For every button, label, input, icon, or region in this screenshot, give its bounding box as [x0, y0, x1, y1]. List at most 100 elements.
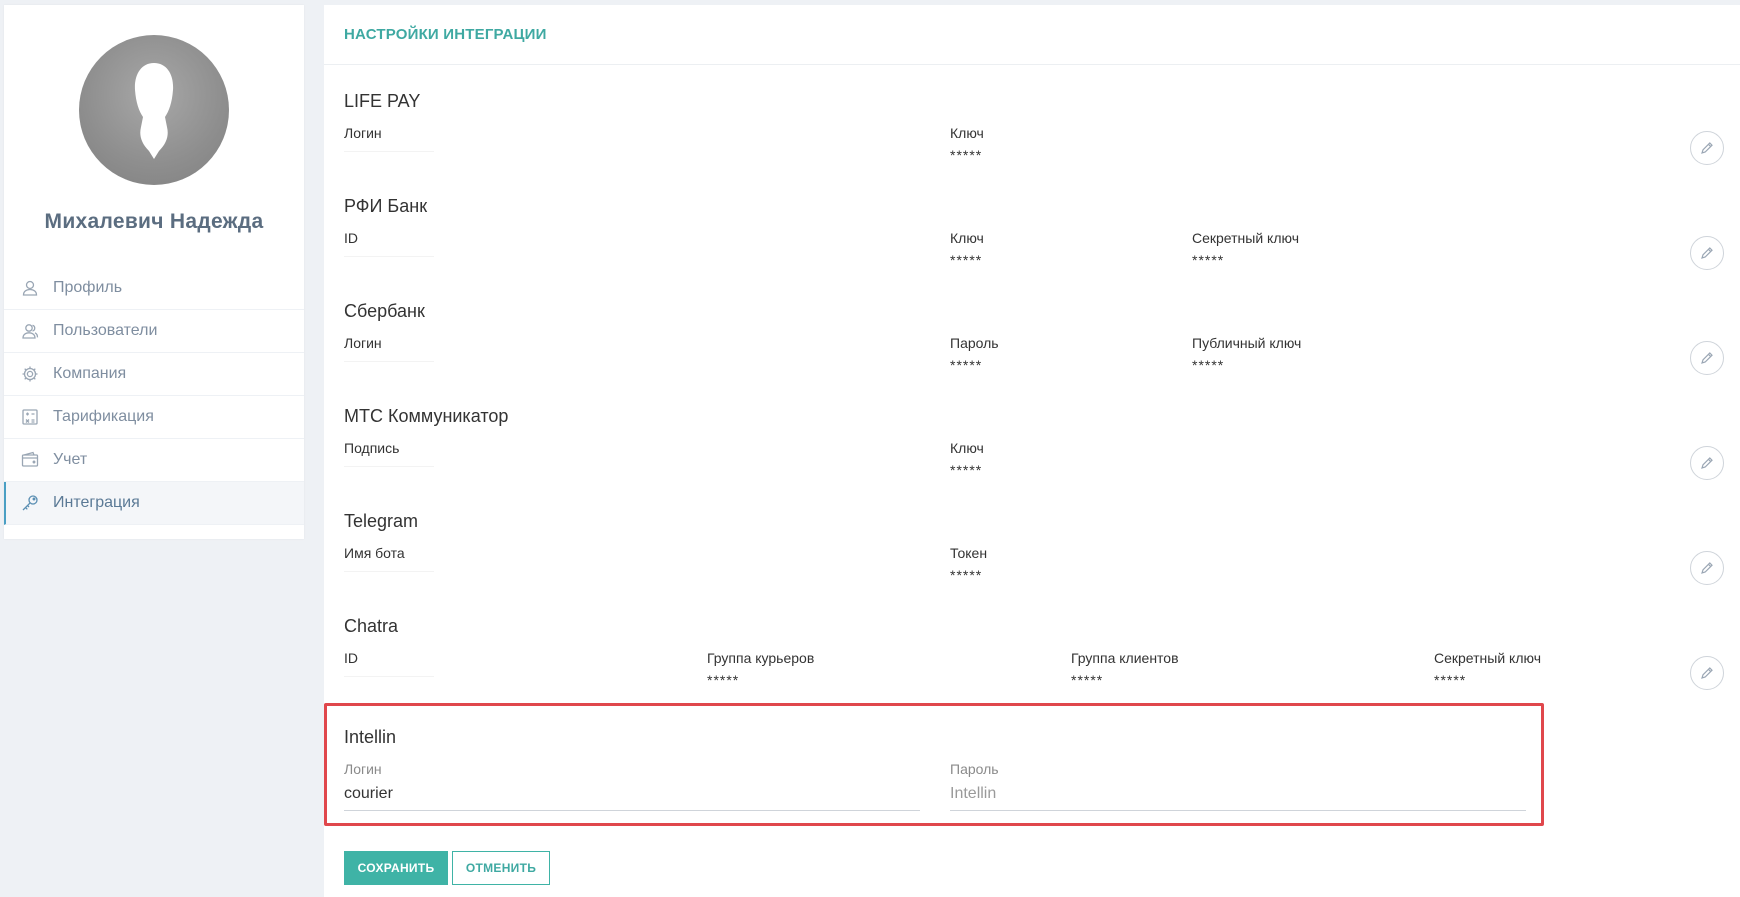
field-label: Подпись: [344, 440, 400, 456]
integration-rfi-bank: РФИ Банк ID Ключ ***** Секретный ключ **…: [344, 196, 1724, 270]
pencil-icon: [1701, 667, 1713, 679]
avatar: [79, 35, 229, 185]
field-label: Ключ: [950, 440, 984, 456]
integration-intellin: Intellin Логин Пароль: [344, 727, 1724, 811]
field-public-key: Публичный ключ *****: [1192, 335, 1301, 373]
save-button[interactable]: СОХРАНИТЬ: [344, 851, 448, 885]
field-value: *****: [1192, 252, 1225, 268]
password-input[interactable]: [950, 779, 1526, 811]
edit-button[interactable]: [1690, 341, 1724, 375]
field-value: *****: [1434, 672, 1467, 688]
field-client-group: Группа клиентов *****: [1071, 650, 1179, 688]
pencil-icon: [1701, 247, 1713, 259]
login-input[interactable]: [344, 779, 920, 811]
sidebar-item-tariffs[interactable]: Тарификация: [4, 396, 304, 439]
field-signature: Подпись: [344, 440, 434, 467]
field-login: Логин: [344, 125, 434, 152]
user-icon: [21, 279, 39, 297]
field-key: Ключ *****: [950, 440, 984, 478]
sidebar-item-users[interactable]: Пользователи: [4, 310, 304, 353]
sidebar-item-profile[interactable]: Профиль: [4, 267, 304, 310]
field-value-empty: [344, 466, 434, 467]
field-value-empty: [344, 151, 434, 152]
panel-header: НАСТРОЙКИ ИНТЕГРАЦИИ: [324, 5, 1740, 65]
edit-button[interactable]: [1690, 656, 1724, 690]
profile-sidebar: Михалевич Надежда Профиль Пользователи К…: [4, 5, 304, 539]
password-label: Пароль: [950, 761, 999, 777]
field-value-empty: [344, 361, 434, 362]
pencil-icon: [1701, 457, 1713, 469]
integration-telegram: Telegram Имя бота Токен *****: [344, 511, 1724, 585]
field-id: ID: [344, 230, 434, 257]
field-bot-name: Имя бота: [344, 545, 434, 572]
pencil-icon: [1701, 562, 1713, 574]
integration-title: Intellin: [344, 727, 397, 747]
password-field-group: Пароль: [950, 761, 1526, 811]
field-label: ID: [344, 650, 358, 666]
sidebar-item-label: Учет: [53, 451, 88, 468]
sidebar-nav: Профиль Пользователи Компания Тарификаци…: [4, 267, 304, 525]
field-value: *****: [950, 252, 983, 268]
edit-button[interactable]: [1690, 446, 1724, 480]
field-label: Имя бота: [344, 545, 405, 561]
sidebar-item-company[interactable]: Компания: [4, 353, 304, 396]
integration-sberbank: Сбербанк Логин Пароль ***** Публичный кл…: [344, 301, 1724, 375]
field-value: *****: [950, 147, 983, 163]
integration-lifepay: LIFE PAY Логин Ключ *****: [344, 91, 1724, 165]
field-key: Ключ *****: [950, 125, 984, 163]
sidebar-item-label: Тарификация: [53, 408, 154, 425]
integration-title: МТС Коммуникатор: [344, 406, 509, 426]
key-icon: [21, 494, 39, 512]
field-value: *****: [950, 357, 983, 373]
field-value-empty: [344, 571, 434, 572]
edit-button[interactable]: [1690, 551, 1724, 585]
field-courier-group: Группа курьеров *****: [707, 650, 814, 688]
field-login: Логин: [344, 335, 434, 362]
integration-mts: МТС Коммуникатор Подпись Ключ *****: [344, 406, 1724, 480]
gear-icon: [21, 365, 39, 383]
page-title: НАСТРОЙКИ ИНТЕГРАЦИИ: [344, 26, 547, 43]
sidebar-item-label: Профиль: [53, 279, 123, 296]
calculator-icon: [21, 408, 39, 426]
field-secret-key: Секретный ключ *****: [1192, 230, 1299, 268]
field-value-empty: [344, 676, 434, 677]
field-label: Токен: [950, 545, 988, 561]
users-icon: [21, 322, 39, 340]
sidebar-item-integration[interactable]: Интеграция: [4, 482, 304, 525]
field-label: Ключ: [950, 125, 984, 141]
field-token: Токен *****: [950, 545, 987, 583]
integration-title: РФИ Банк: [344, 196, 428, 216]
field-value-empty: [344, 256, 434, 257]
wallet-icon: [21, 451, 39, 469]
sidebar-item-accounting[interactable]: Учет: [4, 439, 304, 482]
field-label: Логин: [344, 335, 382, 351]
field-label: Группа курьеров: [707, 650, 815, 666]
login-field-group: Логин: [344, 761, 920, 811]
field-label: Секретный ключ: [1192, 230, 1299, 246]
integration-title: Telegram: [344, 511, 419, 531]
edit-button[interactable]: [1690, 131, 1724, 165]
field-label: ID: [344, 230, 358, 246]
field-secret-key: Секретный ключ *****: [1434, 650, 1541, 688]
user-name: Михалевич Надежда: [44, 210, 264, 233]
sidebar-item-label: Компания: [53, 365, 127, 382]
sidebar-item-label: Интеграция: [53, 494, 140, 511]
field-value: *****: [950, 567, 983, 583]
cancel-button[interactable]: ОТМЕНИТЬ: [452, 851, 550, 885]
integration-settings-panel: НАСТРОЙКИ ИНТЕГРАЦИИ LIFE PAY Логин Ключ…: [324, 5, 1740, 897]
field-label: Пароль: [950, 335, 999, 351]
field-id: ID: [344, 650, 434, 677]
field-label: Группа клиентов: [1071, 650, 1179, 666]
field-label: Публичный ключ: [1192, 335, 1302, 351]
sidebar-item-label: Пользователи: [53, 322, 158, 339]
edit-button[interactable]: [1690, 236, 1724, 270]
integration-title: Chatra: [344, 616, 399, 636]
field-label: Ключ: [950, 230, 984, 246]
integration-title: Сбербанк: [344, 301, 425, 321]
field-value: *****: [707, 672, 740, 688]
field-value: *****: [1192, 357, 1225, 373]
form-actions: СОХРАНИТЬ ОТМЕНИТЬ: [344, 851, 550, 885]
integration-chatra: Chatra ID Группа курьеров ***** Группа к…: [344, 616, 1724, 690]
field-label: Секретный ключ: [1434, 650, 1541, 666]
field-password: Пароль *****: [950, 335, 999, 373]
